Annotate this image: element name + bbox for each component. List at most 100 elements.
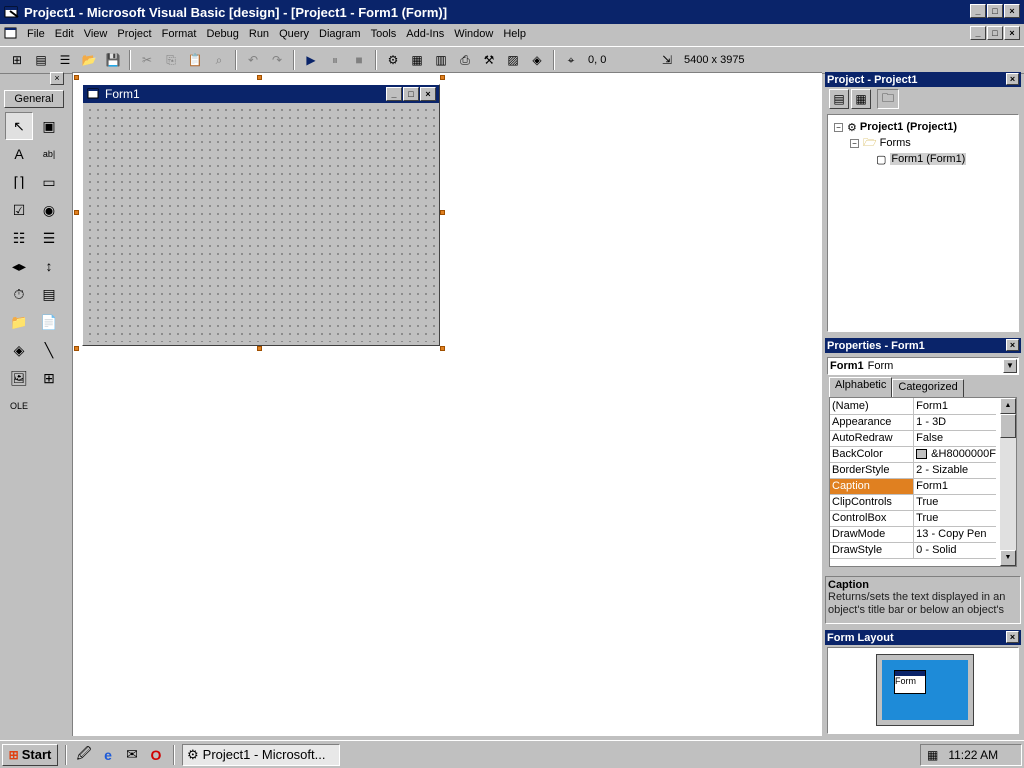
start-button[interactable]: ⊞ Start: [2, 743, 58, 766]
combobox-tool-icon[interactable]: ☷: [5, 224, 33, 252]
component-manager-icon[interactable]: ◈: [526, 49, 548, 71]
timer-tool-icon[interactable]: ⏱: [5, 280, 33, 308]
resize-handle-sw[interactable]: [74, 346, 79, 351]
tree-node-project[interactable]: − ⚙ Project1 (Project1): [834, 119, 1012, 135]
scheduler-icon[interactable]: ▦: [927, 748, 938, 762]
clock[interactable]: 11:22 AM: [948, 748, 998, 762]
resize-handle-w[interactable]: [74, 210, 79, 215]
property-value[interactable]: 0 - Solid: [913, 542, 996, 559]
line-tool-icon[interactable]: ╲: [35, 336, 63, 364]
menu-help[interactable]: Help: [498, 28, 531, 40]
scroll-thumb[interactable]: [1000, 414, 1016, 438]
property-value[interactable]: &H8000000F: [913, 446, 996, 463]
property-row[interactable]: ClipControls True: [830, 494, 996, 511]
properties-header[interactable]: Properties - Form1 ×: [825, 338, 1021, 353]
menu-format[interactable]: Format: [157, 28, 202, 40]
pointer-tool-icon[interactable]: ↖: [5, 112, 33, 140]
toolbox-header[interactable]: ×: [2, 72, 66, 86]
shape-tool-icon[interactable]: ◈: [5, 336, 33, 364]
form1-titlebar[interactable]: Form1 _ □ ×: [83, 85, 439, 103]
listbox-tool-icon[interactable]: ☰: [35, 224, 63, 252]
property-row[interactable]: Appearance 1 - 3D: [830, 414, 996, 431]
resize-handle-s[interactable]: [257, 346, 262, 351]
property-row[interactable]: DrawStyle 0 - Solid: [830, 542, 996, 559]
resize-handle-n[interactable]: [257, 75, 262, 80]
collapse-icon[interactable]: −: [834, 122, 843, 132]
end-icon[interactable]: ■: [348, 49, 370, 71]
menu-file[interactable]: File: [22, 28, 50, 40]
tab-alphabetic[interactable]: Alphabetic: [829, 377, 893, 397]
property-row[interactable]: ControlBox True: [830, 510, 996, 527]
tree-node-forms[interactable]: − 🗁 Forms: [834, 135, 1012, 151]
menu-query[interactable]: Query: [274, 28, 314, 40]
resize-handle-ne[interactable]: [440, 75, 445, 80]
property-name[interactable]: Appearance: [830, 414, 915, 431]
resize-handle-se[interactable]: [440, 346, 445, 351]
close-button[interactable]: ×: [1004, 4, 1020, 18]
property-row[interactable]: BackColor &H8000000F: [830, 446, 996, 463]
redo-icon[interactable]: ↷: [266, 49, 288, 71]
image-tool-icon[interactable]: 🖼: [5, 364, 33, 392]
internet-explorer-icon[interactable]: e: [98, 745, 118, 765]
toolbox-icon[interactable]: ⚒: [478, 49, 500, 71]
minimize-button[interactable]: _: [970, 4, 986, 18]
property-value[interactable]: 2 - Sizable: [913, 462, 996, 479]
mdi-close-button[interactable]: ×: [1004, 26, 1020, 40]
vscrollbar-tool-icon[interactable]: ↕: [35, 252, 63, 280]
property-row[interactable]: (Name) Form1: [830, 398, 996, 415]
menu-editor-icon[interactable]: ☰: [54, 49, 76, 71]
show-desktop-icon[interactable]: 🖉: [74, 745, 94, 765]
open-project-icon[interactable]: 📂: [78, 49, 100, 71]
property-name[interactable]: DrawStyle: [830, 542, 915, 559]
menu-view[interactable]: View: [79, 28, 113, 40]
property-name[interactable]: (Name): [830, 398, 915, 415]
form-layout-close-button[interactable]: ×: [1006, 631, 1019, 643]
ole-tool-icon[interactable]: OLE: [5, 392, 33, 420]
start-icon[interactable]: ▶: [300, 49, 322, 71]
mdi-minimize-button[interactable]: _: [970, 26, 986, 40]
frame-tool-icon[interactable]: ⌈⌉: [5, 168, 33, 196]
resize-handle-nw[interactable]: [74, 75, 79, 80]
menu-add-ins[interactable]: Add-Ins: [401, 28, 449, 40]
menu-run[interactable]: Run: [244, 28, 274, 40]
mdi-restore-button[interactable]: □: [987, 26, 1003, 40]
property-value[interactable]: True: [913, 510, 996, 527]
hscrollbar-tool-icon[interactable]: ◂▸: [5, 252, 33, 280]
project-explorer-close-button[interactable]: ×: [1006, 73, 1019, 85]
property-value[interactable]: Form1: [913, 478, 996, 495]
picturebox-tool-icon[interactable]: ▣: [35, 112, 63, 140]
property-row[interactable]: DrawMode 13 - Copy Pen: [830, 526, 996, 543]
menu-edit[interactable]: Edit: [50, 28, 79, 40]
toolbox-general-tab[interactable]: General: [4, 90, 64, 108]
chevron-down-icon[interactable]: ▼: [1003, 359, 1017, 373]
scroll-up-icon[interactable]: ▲: [1000, 398, 1016, 414]
optionbutton-tool-icon[interactable]: ◉: [35, 196, 63, 224]
tree-node-form1[interactable]: ▢ Form1 (Form1): [834, 151, 1012, 167]
menu-window[interactable]: Window: [449, 28, 498, 40]
property-name[interactable]: DrawMode: [830, 526, 915, 543]
filelistbox-tool-icon[interactable]: 📄: [35, 308, 63, 336]
data-view-icon[interactable]: ▨: [502, 49, 524, 71]
textbox-tool-icon[interactable]: ab|: [35, 140, 63, 168]
property-name[interactable]: AutoRedraw: [830, 430, 915, 447]
data-tool-icon[interactable]: ⊞: [35, 364, 63, 392]
cut-icon[interactable]: ✂: [136, 49, 158, 71]
scroll-down-icon[interactable]: ▼: [1000, 550, 1016, 566]
toolbox-close-button[interactable]: ×: [50, 72, 64, 85]
menu-debug[interactable]: Debug: [201, 28, 243, 40]
dirlistbox-tool-icon[interactable]: 📁: [5, 308, 33, 336]
form-layout-header[interactable]: Form Layout ×: [825, 630, 1021, 645]
copy-icon[interactable]: ⎘: [160, 49, 182, 71]
property-name[interactable]: BackColor: [830, 446, 915, 463]
object-selector[interactable]: Form1 Form ▼: [827, 357, 1019, 375]
find-icon[interactable]: ⌕: [208, 49, 230, 71]
view-object-icon[interactable]: ▦: [851, 89, 871, 109]
maximize-button[interactable]: □: [987, 4, 1003, 18]
form1-designer[interactable]: Form1 _ □ ×: [82, 84, 440, 346]
main-titlebar[interactable]: Project1 - Microsoft Visual Basic [desig…: [0, 0, 1024, 24]
property-name[interactable]: BorderStyle: [830, 462, 915, 479]
menu-diagram[interactable]: Diagram: [314, 28, 366, 40]
properties-window-icon[interactable]: ▦: [406, 49, 428, 71]
properties-close-button[interactable]: ×: [1006, 339, 1019, 351]
object-browser-icon[interactable]: ⎙: [454, 49, 476, 71]
